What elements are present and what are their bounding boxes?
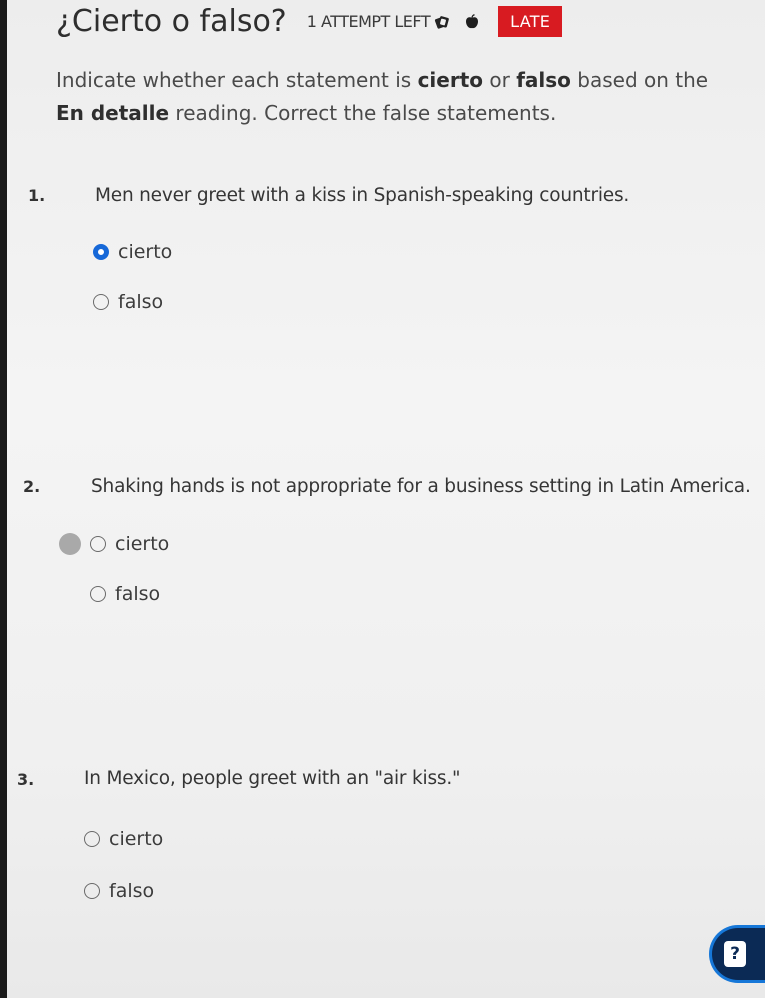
option-label: cierto xyxy=(109,828,164,850)
q2-option-falso[interactable]: falso xyxy=(90,583,160,605)
option-label: falso xyxy=(109,880,155,902)
radio-unselected[interactable] xyxy=(90,536,106,552)
question-number: 1. xyxy=(28,186,46,205)
page-title: ¿Cierto o falso? xyxy=(56,4,287,39)
instructions-text: Indicate whether each statement is xyxy=(56,68,418,92)
instructions-cierto: cierto xyxy=(417,68,484,92)
focus-indicator xyxy=(59,533,81,555)
radio-unselected[interactable] xyxy=(84,831,100,847)
option-label: cierto xyxy=(118,241,173,263)
instructions-falso: falso xyxy=(516,68,571,92)
radio-unselected[interactable] xyxy=(90,586,106,602)
late-status-badge: LATE xyxy=(498,6,563,37)
q1-option-falso[interactable]: falso xyxy=(93,291,163,313)
option-label: falso xyxy=(115,583,161,605)
attempts-left-label: 1 ATTEMPT LEFT xyxy=(306,12,431,31)
instructions-text: based on the xyxy=(570,68,709,92)
screen-edge xyxy=(0,0,7,998)
question-text: In Mexico, people greet with an "air kis… xyxy=(84,768,461,789)
option-label: falso xyxy=(118,291,164,313)
question-text: Men never greet with a kiss in Spanish-s… xyxy=(95,185,630,206)
radio-unselected[interactable] xyxy=(84,883,100,899)
q3-option-falso[interactable]: falso xyxy=(84,880,154,902)
q2-option-cierto[interactable]: cierto xyxy=(90,533,169,555)
help-icon: ? xyxy=(724,941,746,967)
cards-icon xyxy=(434,14,450,30)
radio-unselected[interactable] xyxy=(93,294,109,310)
q3-option-cierto[interactable]: cierto xyxy=(84,828,163,850)
option-label: cierto xyxy=(115,533,170,555)
help-button[interactable]: ? xyxy=(709,925,765,983)
instructions-text: reading. Correct the false statements. xyxy=(169,101,557,125)
instructions: Indicate whether each statement is ciert… xyxy=(56,64,736,130)
instructions-en-detalle: En detalle xyxy=(56,101,170,125)
instructions-text: or xyxy=(483,68,517,92)
apple-icon xyxy=(464,13,480,30)
question-text: Shaking hands is not appropriate for a b… xyxy=(91,476,751,497)
q1-option-cierto[interactable]: cierto xyxy=(93,241,172,263)
radio-selected[interactable] xyxy=(93,244,109,260)
activity-header: ¿Cierto o falso? 1 ATTEMPT LEFT LATE xyxy=(56,4,563,39)
question-number: 2. xyxy=(23,477,41,496)
question-number: 3. xyxy=(17,770,35,789)
